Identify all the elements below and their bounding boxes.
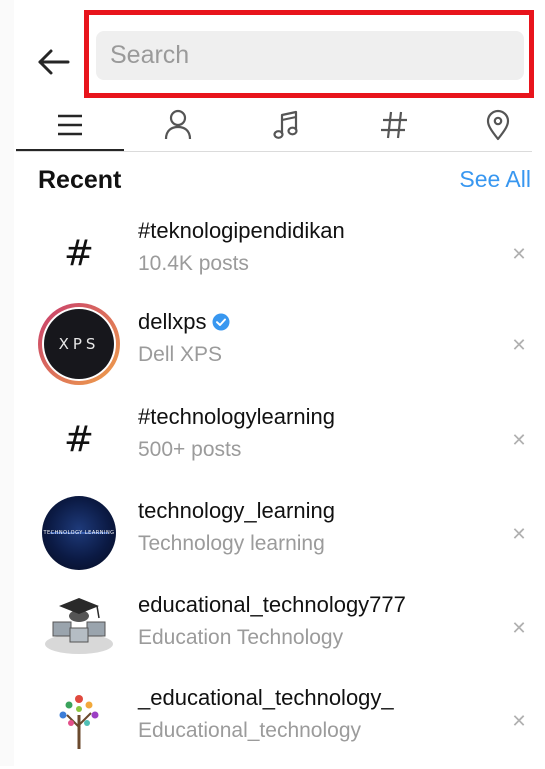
item-subtitle: 10.4K posts bbox=[138, 252, 249, 275]
see-all-link[interactable]: See All bbox=[459, 166, 531, 193]
avatar-story-ring: XPS bbox=[38, 303, 120, 385]
tab-accounts[interactable] bbox=[124, 100, 232, 150]
music-note-icon bbox=[273, 110, 298, 139]
hashtag-symbol: # bbox=[63, 418, 95, 460]
hashtag-icon bbox=[381, 111, 407, 139]
item-title: _educational_technology_ bbox=[138, 685, 394, 710]
verified-badge-icon bbox=[212, 313, 230, 331]
item-title: #teknologipendidikan bbox=[138, 218, 345, 243]
tabs-divider bbox=[16, 151, 532, 152]
avatar bbox=[38, 586, 120, 668]
search-tabs bbox=[16, 100, 532, 154]
list-item[interactable]: # #technologylearning 500+ posts ✕ bbox=[38, 398, 538, 488]
avatar bbox=[38, 679, 120, 761]
technology-learning-logo-text: TECHNOLOGY LEARNING bbox=[43, 530, 115, 536]
colorful-tree-icon bbox=[59, 695, 99, 749]
location-pin-icon bbox=[486, 109, 510, 141]
item-title: #technologylearning bbox=[138, 404, 335, 429]
tab-audio[interactable] bbox=[232, 100, 340, 150]
tab-places[interactable] bbox=[448, 100, 545, 150]
tab-top[interactable] bbox=[16, 100, 124, 150]
list-item[interactable]: TECHNOLOGY LEARNING technology_learning … bbox=[38, 492, 538, 582]
graduation-laptops-icon bbox=[45, 598, 113, 654]
search-highlight-box bbox=[84, 10, 534, 98]
item-title: dellxps bbox=[138, 309, 207, 334]
item-title: educational_technology777 bbox=[138, 592, 406, 617]
item-title: technology_learning bbox=[138, 498, 335, 523]
list-item[interactable]: # #teknologipendidikan 10.4K posts ✕ bbox=[38, 212, 538, 302]
list-icon bbox=[58, 114, 82, 136]
list-item[interactable]: XPS dellxps Dell XPS ✕ bbox=[38, 303, 538, 393]
remove-icon[interactable]: ✕ bbox=[509, 244, 529, 265]
hashtag-avatar: # bbox=[38, 398, 120, 480]
item-subtitle: Dell XPS bbox=[138, 343, 223, 366]
remove-icon[interactable]: ✕ bbox=[509, 711, 529, 732]
list-item[interactable]: _educational_technology_ Educational_tec… bbox=[38, 679, 538, 769]
back-button[interactable] bbox=[34, 42, 74, 82]
remove-icon[interactable]: ✕ bbox=[509, 335, 529, 356]
remove-icon[interactable]: ✕ bbox=[509, 430, 529, 451]
item-subtitle: 500+ posts bbox=[138, 438, 242, 461]
hashtag-symbol: # bbox=[63, 232, 95, 274]
person-icon bbox=[164, 109, 192, 140]
list-item[interactable]: educational_technology777 Education Tech… bbox=[38, 586, 538, 676]
avatar: XPS bbox=[44, 309, 114, 379]
remove-icon[interactable]: ✕ bbox=[509, 524, 529, 545]
hashtag-avatar: # bbox=[38, 212, 120, 294]
left-edge bbox=[0, 0, 14, 766]
remove-icon[interactable]: ✕ bbox=[509, 618, 529, 639]
back-arrow-icon bbox=[38, 49, 70, 75]
tab-tags[interactable] bbox=[340, 100, 448, 150]
item-subtitle: Educational_technology bbox=[138, 719, 362, 742]
avatar: TECHNOLOGY LEARNING bbox=[42, 496, 116, 570]
xps-logo-text: XPS bbox=[58, 335, 100, 353]
item-subtitle: Technology learning bbox=[138, 532, 325, 555]
item-subtitle: Education Technology bbox=[138, 626, 344, 649]
recent-heading: Recent bbox=[38, 166, 122, 194]
